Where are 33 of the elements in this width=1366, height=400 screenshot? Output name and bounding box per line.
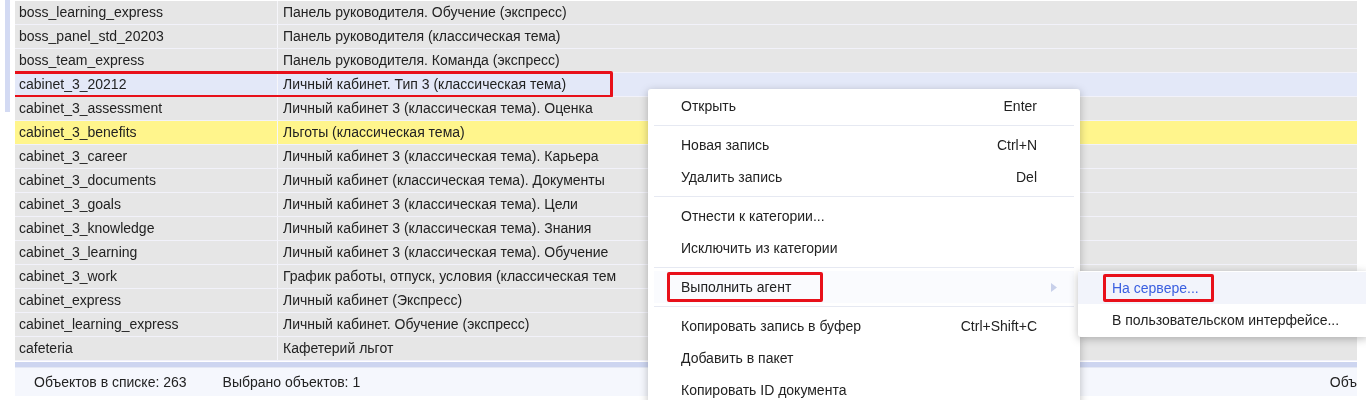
table-cell: cabinet_express (15, 289, 278, 312)
table-cell: Личный кабинет. Тип 3 (классическая тема) (283, 76, 567, 92)
status-text: Объектов в списке: 263 (34, 372, 187, 392)
table-cell: cabinet_learning_express (15, 313, 278, 336)
table-cell: cabinet_3_career (15, 145, 278, 168)
table-cell: cabinet_3_work (15, 265, 278, 288)
table-cell: Панель руководителя. Обучение (экспресс) (283, 4, 567, 20)
status-text: Объ (1329, 372, 1357, 392)
table-cell: cafeteria (15, 337, 278, 360)
table-cell: cabinet_3_documents (15, 169, 278, 192)
table-cell: boss_team_express (15, 49, 278, 72)
table-cell: Панель руководителя (классическая тема) (283, 28, 561, 44)
table-cell: cabinet_3_knowledge (15, 217, 278, 240)
table-cell: cabinet_3_goals (15, 193, 278, 216)
table-cell: Личный кабинет 3 (классическая тема). Цели (283, 196, 578, 212)
table-cell: cabinet_3_assessment (15, 97, 278, 120)
status-text: Выбрано объектов: 1 (222, 372, 361, 392)
table-cell: Личный кабинет (Экспресс) (283, 292, 463, 308)
table-cell: Панель руководителя. Команда (экспресс) (283, 52, 560, 68)
table-cell: Личный кабинет 3 (классическая тема). Обучение (283, 244, 609, 260)
table-cell: Личный кабинет (классическая тема). Документы (283, 172, 605, 188)
table-cell: Личный кабинет 3 (классическая тема). Знания (283, 220, 592, 236)
table-cell: Кафетерий льгот (283, 340, 394, 356)
table-cell: cabinet_3_learning (15, 241, 278, 264)
table-cell: cabinet_3_20212 (15, 73, 278, 96)
table-cell: Личный кабинет. Обучение (экспресс) (283, 316, 530, 332)
table-cell: boss_learning_express (15, 1, 278, 24)
table-cell: Льготы (классическая тема) (283, 124, 465, 140)
table-cell: cabinet_3_benefits (15, 121, 278, 144)
table-cell: Личный кабинет 3 (классическая тема). Оценка (283, 100, 593, 116)
table-cell: boss_panel_std_20203 (15, 25, 278, 48)
table-cell: Личный кабинет 3 (классическая тема). Карьера (283, 148, 599, 164)
table-cell: График работы, отпуск, условия (классическая тем (283, 268, 617, 284)
